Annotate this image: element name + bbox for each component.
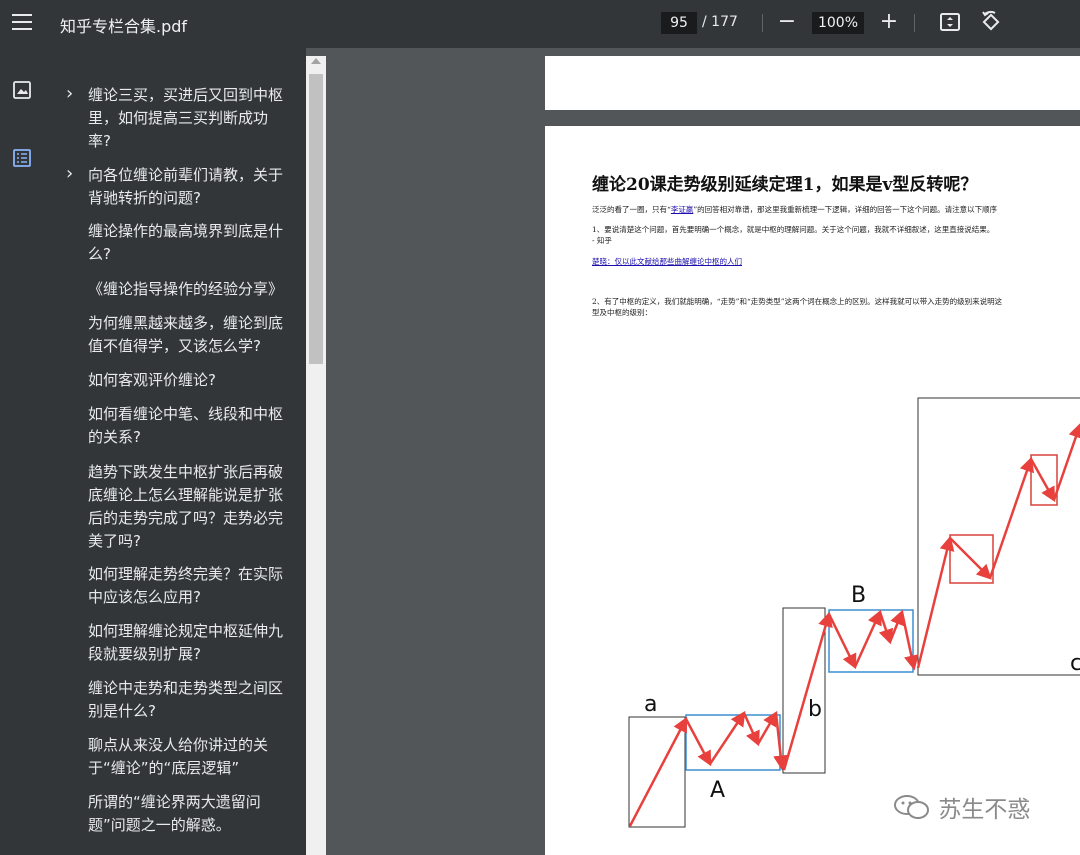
- article-link[interactable]: 楚晓：仅以此文献给那些曲解缠论中枢的人们: [592, 257, 742, 267]
- zoom-out-icon[interactable]: −: [775, 10, 799, 34]
- fit-to-page-icon[interactable]: [938, 10, 962, 34]
- page-heading: 缠论20课走势级别延续定理1，如果是v型反转呢？: [592, 175, 978, 195]
- outline-item[interactable]: 聊点从来没人给你讲过的关于“缠论”的“底层逻辑”: [44, 734, 284, 780]
- chevron-right-icon[interactable]: ›: [66, 82, 78, 104]
- page-paragraph-2b: - 知乎: [592, 236, 612, 245]
- label-B: B: [851, 583, 866, 608]
- label-b: b: [808, 697, 822, 722]
- trend-level-diagram: a A b B c: [628, 397, 1080, 828]
- outline-item[interactable]: 如何理解缠论规定中枢延伸九段就要级别扩展?: [44, 620, 284, 666]
- outline-item-label: 向各位缠论前辈们请教，关于背驰转折的问题?: [88, 166, 284, 207]
- toolbar-divider: [762, 14, 763, 32]
- label-c: c: [1070, 651, 1080, 676]
- outline-item-label: 为何缠黑越来越多，缠论到底值不值得学，又该怎么学?: [88, 314, 284, 355]
- outline-item-label: 如何客观评价缠论?: [88, 371, 216, 389]
- toolbar-divider: [914, 14, 915, 32]
- outline-item-label: 缠论三买，买进后又回到中枢里，如何提高三买判断成功率?: [88, 86, 284, 150]
- outline-item-label: 如何理解缠论规定中枢延伸九段就要级别扩展?: [88, 622, 284, 663]
- segment-box-c: [917, 397, 1080, 676]
- chevron-right-icon[interactable]: ›: [66, 162, 78, 184]
- sidebar-rail: [0, 48, 44, 855]
- pdf-toolbar: 知乎专栏合集.pdf 95 / 177 − 100% +: [0, 0, 1080, 48]
- outline-item-label: 聊点从来没人给你讲过的关于“缠论”的“底层逻辑”: [88, 736, 269, 777]
- outline-item[interactable]: 所谓的“缠论界两大遗留问题”问题之一的解惑。: [44, 791, 284, 837]
- outline-item-label: 《缠论指导操作的经验分享》: [88, 280, 284, 298]
- outline-item[interactable]: 趋势下跌发生中枢扩张后再破底缠论上怎么理解能说是扩张后的走势完成了吗？走势必完美…: [44, 461, 284, 553]
- document-outline-icon[interactable]: [12, 148, 32, 168]
- outline-item[interactable]: › 缠论三买，买进后又回到中枢里，如何提高三买判断成功率?: [44, 82, 284, 153]
- zoom-level-input[interactable]: 100%: [812, 12, 864, 34]
- outline-item[interactable]: 如何看缠论中笔、线段和中枢的关系?: [44, 403, 284, 449]
- document-title: 知乎专栏合集.pdf: [60, 17, 188, 36]
- outline-item[interactable]: 缠论中走势和走势类型之间区别是什么?: [44, 677, 284, 723]
- outline-item[interactable]: 缠论操作的最高境界到底是什么?: [44, 220, 284, 266]
- image-thumbnails-icon[interactable]: [12, 80, 32, 100]
- hamburger-menu-icon[interactable]: [12, 14, 32, 30]
- outline-item-label: 所谓的“缠论界两大遗留问题”问题之一的解惑。: [88, 793, 261, 834]
- wechat-logo-icon: [894, 795, 929, 819]
- outline-item[interactable]: 为何缠黑越来越多，缠论到底值不值得学，又该怎么学?: [44, 312, 284, 358]
- pdf-page-previous: [545, 56, 1080, 110]
- outline-item-label: 如何理解走势终完美？在实际中应该怎么应用?: [88, 565, 284, 606]
- outline-item-label: 缠论中走势和走势类型之间区别是什么?: [88, 679, 284, 720]
- zoom-in-icon[interactable]: +: [877, 10, 901, 34]
- outline-item-label: 趋势下跌发生中枢扩张后再破底缠论上怎么理解能说是扩张后的走势完成了吗？走势必完美…: [88, 463, 284, 550]
- author-link[interactable]: 李证嬴: [671, 205, 694, 214]
- page-paragraph-2: 1、要说清楚这个问题，首先要明确一个概念，就是中枢的理解问题。关于这个问题，我就…: [592, 225, 995, 234]
- outline-item[interactable]: 如何客观评价缠论?: [44, 369, 284, 392]
- page-paragraph-3: 2、有了中枢的定义，我们就能明确，“走势”和“走势类型”这两个词在概念上的区别。…: [592, 297, 1003, 306]
- page-number-input[interactable]: 95: [661, 12, 697, 34]
- outline-item[interactable]: 《缠论指导操作的经验分享》: [44, 278, 284, 301]
- page-paragraph-3b: 型及中枢的级别：: [592, 308, 652, 317]
- label-A: A: [710, 778, 725, 803]
- price-path-arrows: [628, 422, 1080, 827]
- outline-item[interactable]: › 向各位缠论前辈们请教，关于背驰转折的问题?: [44, 162, 284, 210]
- page-paragraph-1: 泛泛的看了一圈，只有“李证嬴”的回答相对靠谱，那这里我重新梳理一下逻辑，详细的回…: [592, 205, 998, 214]
- label-a: a: [644, 692, 657, 717]
- watermark: 苏生不惑: [893, 790, 1030, 824]
- scroll-up-arrow-icon[interactable]: [311, 58, 321, 64]
- outline-item-label: 如何看缠论中笔、线段和中枢的关系?: [88, 405, 284, 446]
- pivot-box-A: [685, 714, 781, 771]
- outline-item[interactable]: 如何理解走势终完美？在实际中应该怎么应用?: [44, 563, 284, 609]
- outline-item-label: 缠论操作的最高境界到底是什么?: [88, 222, 284, 263]
- rotate-icon[interactable]: [979, 10, 1003, 34]
- page-total: / 177: [702, 14, 738, 30]
- sidebar-scrollbar-thumb[interactable]: [309, 74, 323, 364]
